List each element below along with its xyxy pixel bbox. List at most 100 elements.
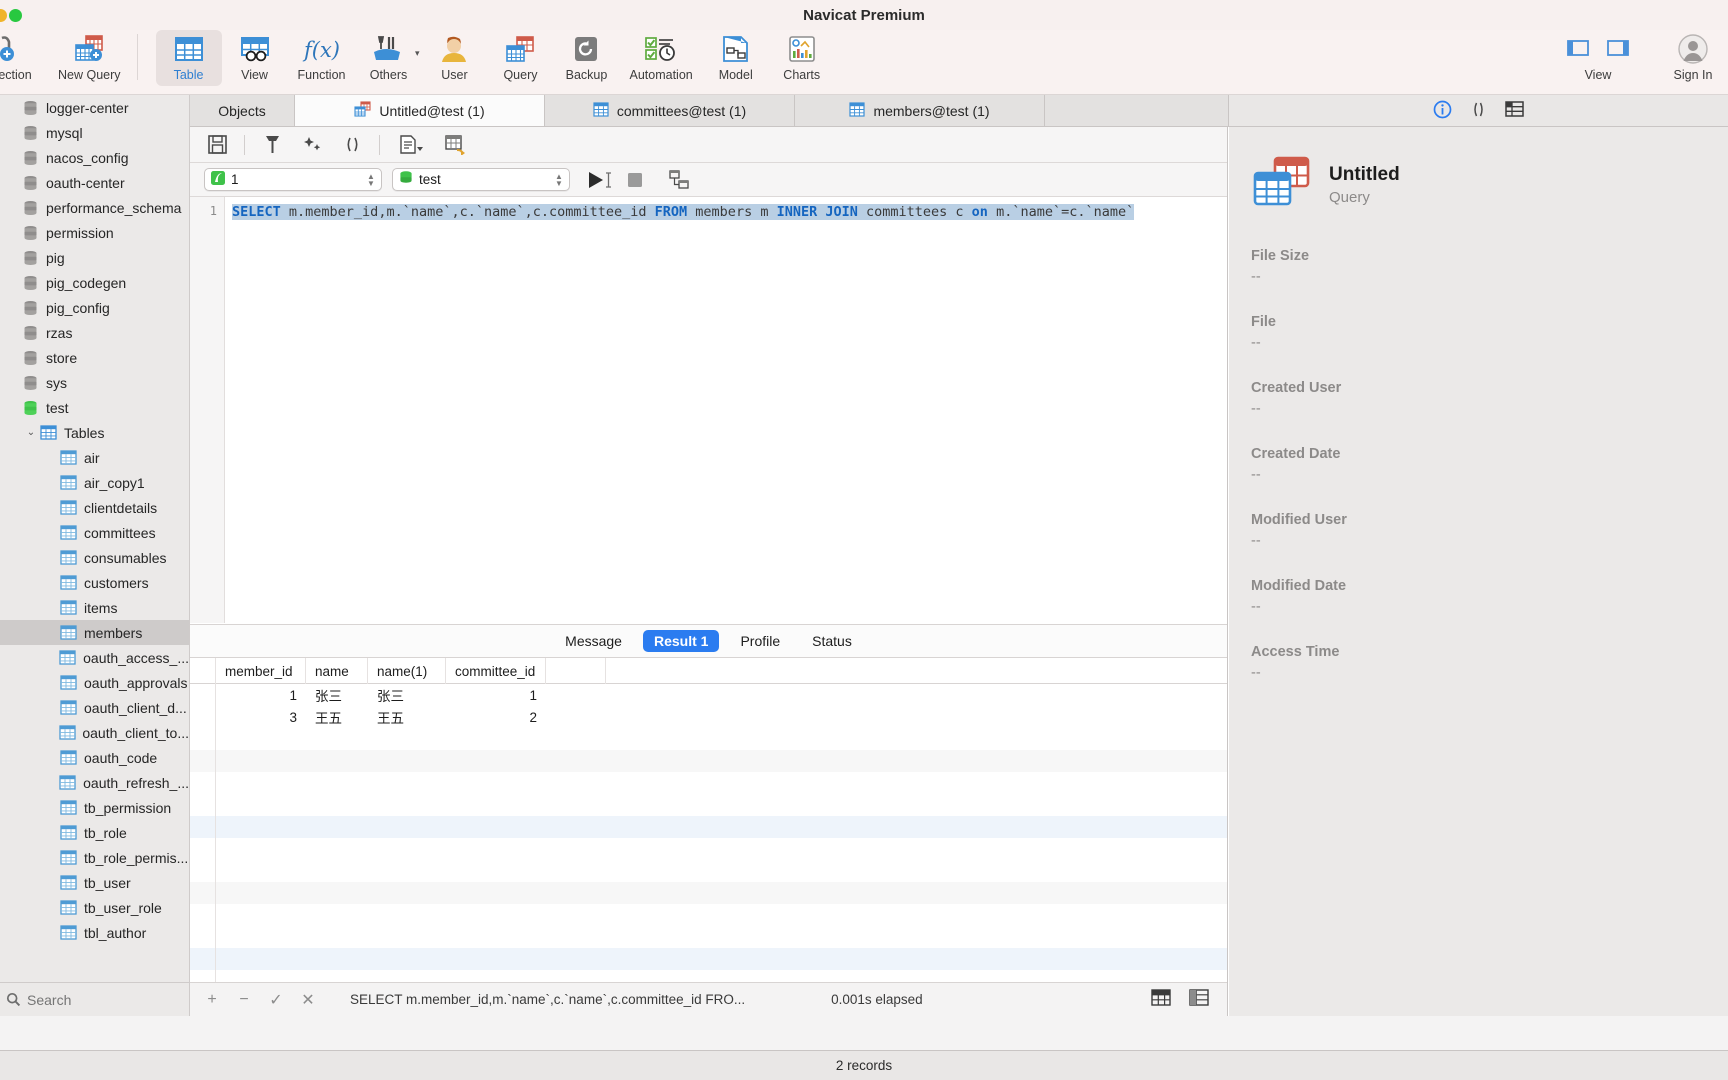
toolbar-query-button[interactable]: Query — [487, 30, 553, 90]
grid-view-icon[interactable] — [1151, 989, 1171, 1010]
add-record-icon[interactable]: + — [204, 991, 220, 1009]
table-cell[interactable]: 1 — [216, 684, 306, 706]
result-tab-message[interactable]: Message — [554, 630, 633, 652]
form-view-icon[interactable] — [1189, 989, 1209, 1010]
maximize-window-button[interactable] — [9, 9, 22, 22]
table-row[interactable]: 3 王五 王五 2 — [190, 706, 1227, 728]
table-cell[interactable]: 1 — [446, 684, 546, 706]
database-selector[interactable]: test ▲ ▼ — [392, 168, 570, 191]
cancel-change-icon[interactable]: ✕ — [300, 990, 316, 1010]
sidebar-item-pig-codegen[interactable]: pig_codegen — [0, 270, 189, 295]
sidebar-item-oauth-code[interactable]: oauth_code — [0, 745, 189, 770]
sidebar-item-store[interactable]: store — [0, 345, 189, 370]
toolbar-charts-button[interactable]: Charts — [769, 30, 835, 90]
column-header-member-id[interactable]: member_id — [216, 658, 306, 684]
remove-record-icon[interactable]: − — [236, 991, 252, 1009]
parentheses-icon[interactable] — [1469, 100, 1488, 122]
toolbar-automation-button[interactable]: Automation — [619, 30, 702, 90]
sidebar-item-oauth-refresh[interactable]: oauth_refresh_... — [0, 770, 189, 795]
info-icon[interactable] — [1433, 100, 1452, 122]
chevron-down-icon[interactable]: ⌄ — [24, 427, 38, 438]
tab-untitled-test[interactable]: Untitled@test (1) — [295, 95, 545, 126]
table-row[interactable]: 1 张三 张三 1 — [190, 684, 1227, 706]
sidebar-item-test[interactable]: test — [0, 395, 189, 420]
search-input[interactable] — [27, 991, 177, 1008]
explain-icon[interactable] — [394, 132, 428, 158]
sql-text[interactable]: SELECT m.member_id,m.`name`,c.`name`,c.c… — [232, 204, 1227, 220]
chevron-down-icon[interactable]: ▾ — [415, 48, 420, 59]
sidebar-item-tbl-author[interactable]: tbl_author — [0, 920, 189, 945]
sidebar-item-nacos-config[interactable]: nacos_config — [0, 145, 189, 170]
sidebar-item-pig[interactable]: pig — [0, 245, 189, 270]
run-icon[interactable] — [586, 167, 612, 193]
sidebar-item-tb-user-role[interactable]: tb_user_role — [0, 895, 189, 920]
column-header-name[interactable]: name — [306, 658, 368, 684]
sidebar-item-rzas[interactable]: rzas — [0, 320, 189, 345]
sidebar-item-oauth-client-d[interactable]: oauth_client_d... — [0, 695, 189, 720]
result-grid[interactable]: member_id name name(1) committee_id 1 张三 张三 1 3… — [190, 658, 1227, 982]
query-builder-small-icon[interactable] — [666, 167, 692, 193]
column-header-name-1-[interactable]: name(1) — [368, 658, 446, 684]
toolbar-view-button[interactable]: View — [222, 30, 288, 90]
table-cell[interactable]: 张三 — [368, 684, 446, 706]
sidebar-item-consumables[interactable]: consumables — [0, 545, 189, 570]
sidebar-item-performance-schema[interactable]: performance_schema — [0, 195, 189, 220]
result-tab-profile[interactable]: Profile — [729, 630, 791, 652]
result-tab-status[interactable]: Status — [801, 630, 863, 652]
sidebar-item-permission[interactable]: permission — [0, 220, 189, 245]
toolbar-backup-button[interactable]: Backup — [553, 30, 619, 90]
toolbar-table-button[interactable]: Table — [155, 30, 222, 86]
sidebar-item-clientdetails[interactable]: clientdetails — [0, 495, 189, 520]
table-cell[interactable]: 王五 — [306, 706, 368, 728]
sidebar-item-oauth-approvals[interactable]: oauth_approvals — [0, 670, 189, 695]
sql-editor[interactable]: 1 SELECT m.member_id,m.`name`,c.`name`,c… — [190, 197, 1227, 623]
table-cell[interactable]: 2 — [446, 706, 546, 728]
tab-objects[interactable]: Objects — [190, 95, 295, 126]
sidebar-item-customers[interactable]: customers — [0, 570, 189, 595]
sidebar-item-members[interactable]: members — [0, 620, 189, 645]
result-grid-body[interactable]: 1 张三 张三 1 3 王五 王五 2 — [190, 684, 1227, 982]
sidebar-item-sys[interactable]: sys — [0, 370, 189, 395]
toolbar-others-button[interactable]: ▾ Others — [355, 30, 421, 90]
save-icon[interactable] — [204, 132, 230, 158]
toolbar-sign-in-button[interactable]: Sign In — [1658, 30, 1728, 90]
apply-change-icon[interactable]: ✓ — [268, 990, 284, 1010]
sidebar-item-tables[interactable]: ⌄ Tables — [0, 420, 189, 445]
tab-members-test[interactable]: members@test (1) — [795, 95, 1045, 126]
column-header-committee-id[interactable]: committee_id — [446, 658, 546, 684]
sidebar-item-air-copy1[interactable]: air_copy1 — [0, 470, 189, 495]
left-panel-toggle-icon[interactable] — [1566, 38, 1590, 61]
sidebar-item-air[interactable]: air — [0, 445, 189, 470]
sidebar-item-oauth-center[interactable]: oauth-center — [0, 170, 189, 195]
result-tab-result-1[interactable]: Result 1 — [642, 630, 720, 652]
toolbar-function-button[interactable]: f(x) Function — [288, 30, 356, 90]
toolbar-connection-button[interactable]: ection — [0, 30, 48, 90]
database-stepper[interactable]: ▲ ▼ — [551, 172, 567, 187]
connection-stepper[interactable]: ▲ ▼ — [363, 172, 379, 187]
object-tree[interactable]: logger-center mysql nacos_config oauth-cent… — [0, 95, 189, 982]
sidebar-search-bar[interactable] — [0, 982, 189, 1016]
sidebar-item-items[interactable]: items — [0, 595, 189, 620]
table-cell[interactable]: 3 — [216, 706, 306, 728]
sidebar-item-tb-role-permis[interactable]: tb_role_permis... — [0, 845, 189, 870]
minimize-window-button[interactable] — [0, 9, 7, 22]
sidebar-item-logger-center[interactable]: logger-center — [0, 95, 189, 120]
sidebar-item-committees[interactable]: committees — [0, 520, 189, 545]
right-panel-toggle-icon[interactable] — [1606, 38, 1630, 61]
tab-committees-test[interactable]: committees@test (1) — [545, 95, 795, 126]
table-cell[interactable]: 王五 — [368, 706, 446, 728]
beautify-icon[interactable] — [259, 132, 285, 158]
query-builder-icon[interactable] — [442, 132, 468, 158]
toolbar-model-button[interactable]: Model — [703, 30, 769, 90]
sidebar-item-tb-permission[interactable]: tb_permission — [0, 795, 189, 820]
table-cell[interactable]: 张三 — [306, 684, 368, 706]
table-structure-icon[interactable] — [1505, 100, 1524, 121]
connection-selector[interactable]: 1 ▲ ▼ — [204, 168, 382, 191]
parentheses-icon[interactable] — [339, 132, 365, 158]
sidebar-item-oauth-access[interactable]: oauth_access_... — [0, 645, 189, 670]
sidebar-item-tb-role[interactable]: tb_role — [0, 820, 189, 845]
toolbar-user-button[interactable]: User — [421, 30, 487, 90]
toolbar-new-query-button[interactable]: New Query — [48, 30, 131, 90]
sidebar-item-mysql[interactable]: mysql — [0, 120, 189, 145]
sidebar-item-pig-config[interactable]: pig_config — [0, 295, 189, 320]
